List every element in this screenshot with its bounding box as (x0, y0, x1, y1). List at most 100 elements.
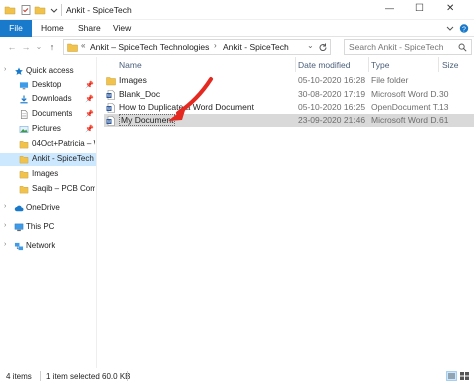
column-header-date[interactable]: Date modified (298, 60, 350, 70)
file-name: Images (119, 75, 147, 85)
file-type: File folder (371, 75, 409, 85)
title-bar: Ankit - SpiceTech — ☐ ✕ (0, 0, 474, 20)
nav-item-pictures[interactable]: Pictures 📌 (0, 123, 96, 136)
status-divider (40, 371, 41, 381)
pin-icon[interactable]: 📌 (85, 81, 94, 89)
tab-share[interactable]: Share (78, 20, 101, 37)
column-divider[interactable] (438, 57, 439, 72)
nav-item-documents[interactable]: Documents 📌 (0, 108, 96, 121)
folder-icon (19, 141, 29, 149)
nav-item-network[interactable]: › Network (0, 240, 96, 253)
address-row: ← → ⌄ ↑ « Ankit – SpiceTech Technologies… (0, 37, 474, 57)
refresh-icon[interactable] (318, 43, 328, 52)
file-date: 23-09-2020 21:46 (298, 115, 366, 125)
folder-icon (19, 186, 29, 194)
file-type: OpenDocument T... (371, 102, 439, 112)
file-date: 30-08-2020 17:19 (298, 89, 366, 99)
ribbon-controls[interactable]: ? (444, 23, 470, 34)
nav-item-label: OneDrive (26, 203, 60, 212)
close-button[interactable]: ✕ (436, 0, 466, 20)
address-dropdown-button[interactable]: ⌄ (307, 41, 314, 50)
properties-icon[interactable] (20, 4, 32, 16)
search-icon (458, 43, 467, 52)
tab-home[interactable]: Home (41, 20, 64, 37)
forward-button[interactable]: → (20, 40, 32, 54)
nav-item-this-pc[interactable]: › This PC (0, 221, 96, 234)
nav-item-onedrive[interactable]: › OneDrive (0, 202, 96, 215)
minimize-button[interactable]: — (375, 0, 405, 20)
new-folder-icon[interactable] (34, 4, 46, 16)
folder-icon (19, 171, 29, 179)
computer-icon (14, 223, 24, 232)
search-box[interactable] (344, 39, 472, 55)
nav-item-downloads[interactable]: Downloads 📌 (0, 93, 96, 106)
nav-item-images[interactable]: Images (0, 168, 96, 181)
title-divider (61, 4, 62, 16)
minimize-icon: — (385, 3, 394, 13)
word-doc-icon: W (106, 90, 115, 100)
navigation-pane: › Quick access Desktop 📌 Downloads 📌 Doc… (0, 57, 97, 368)
breadcrumb-item[interactable]: Ankit – SpiceTech Technologies (90, 42, 209, 52)
details-view-icon[interactable] (446, 371, 457, 381)
column-header-type[interactable]: Type (371, 60, 389, 70)
svg-text:W: W (107, 119, 111, 124)
large-icons-view-icon[interactable] (459, 371, 470, 381)
svg-text:?: ? (462, 26, 466, 33)
column-header-size[interactable]: Size (442, 60, 459, 70)
maximize-icon: ☐ (415, 3, 424, 14)
nav-item-04oct-patricia[interactable]: 04Oct+Patricia – WP (0, 138, 96, 151)
column-headers: Name Date modified Type Size (98, 57, 474, 72)
folder-icon (67, 43, 78, 52)
expand-chevron-icon: › (4, 241, 7, 248)
nav-item-ankit-spicetech[interactable]: Ankit - SpiceTech (0, 153, 96, 166)
nav-item-label: Network (26, 241, 56, 250)
nav-item-quick-access[interactable]: › Quick access (0, 65, 96, 78)
maximize-button[interactable]: ☐ (405, 0, 435, 20)
documents-icon (20, 110, 28, 119)
expand-chevron-icon: › (4, 66, 7, 73)
svg-text:W: W (107, 106, 111, 111)
customize-toolbar-icon[interactable] (48, 4, 60, 16)
breadcrumb-overflow[interactable]: « (81, 41, 85, 50)
breadcrumb-item[interactable]: Ankit - SpiceTech (223, 42, 289, 52)
nav-item-label: Images (32, 169, 59, 178)
file-type: Microsoft Word D... (371, 89, 439, 99)
breadcrumb-separator[interactable]: › (284, 41, 287, 50)
file-name: Blank_Doc (119, 89, 161, 99)
selection-info: 1 item selected 60.0 KB (46, 372, 131, 381)
recent-locations-button[interactable]: ⌄ (33, 40, 45, 54)
status-divider (127, 371, 128, 381)
nav-item-desktop[interactable]: Desktop 📌 (0, 79, 96, 92)
folder-icon (4, 6, 16, 15)
address-bar[interactable]: « Ankit – SpiceTech Technologies › Ankit… (63, 39, 331, 55)
file-type: Microsoft Word D... (371, 115, 439, 125)
file-row-my-document[interactable]: W My Document 23-09-2020 21:46 Microsoft… (104, 114, 474, 127)
file-row-images[interactable]: Images 05-10-2020 16:28 File folder (104, 74, 474, 87)
file-size: 30 (439, 89, 449, 99)
file-size: 13 (439, 102, 449, 112)
tab-file[interactable]: File (0, 20, 32, 37)
up-button[interactable]: ↑ (46, 40, 58, 54)
tab-view[interactable]: View (113, 20, 131, 37)
file-row-how-to-duplicate[interactable]: W How to Duplicate a Word Document 05-10… (104, 101, 474, 114)
pin-icon[interactable]: 📌 (85, 95, 94, 103)
nav-item-label: Downloads (32, 94, 72, 103)
column-divider[interactable] (368, 57, 369, 72)
back-button[interactable]: ← (6, 40, 18, 54)
status-bar: 4 items 1 item selected 60.0 KB (0, 368, 474, 384)
expand-ribbon-icon[interactable] (446, 26, 454, 31)
file-row-blank-doc[interactable]: W Blank_Doc 30-08-2020 17:19 Microsoft W… (104, 88, 474, 101)
search-input[interactable] (349, 41, 449, 53)
network-icon (14, 242, 24, 251)
ribbon-tabs: File Home Share View ? (0, 20, 474, 37)
close-icon: ✕ (446, 3, 455, 14)
nav-item-saqib-pcb[interactable]: Saqib – PCB Compa (0, 183, 96, 196)
desktop-icon (19, 82, 29, 90)
file-date: 05-10-2020 16:25 (298, 102, 366, 112)
pin-icon[interactable]: 📌 (85, 125, 94, 133)
pin-icon[interactable]: 📌 (85, 110, 94, 118)
column-divider[interactable] (295, 57, 296, 72)
column-header-name[interactable]: Name (119, 60, 142, 70)
folder-icon (19, 156, 29, 164)
breadcrumb-separator[interactable]: › (214, 41, 217, 50)
